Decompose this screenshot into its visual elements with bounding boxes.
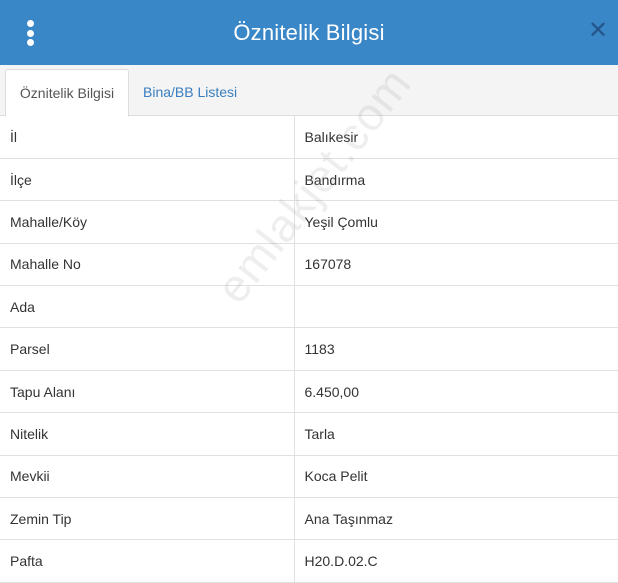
tab-bar: Öznitelik Bilgisi Bina/BB Listesi	[0, 65, 618, 117]
attribute-value: 6.450,00	[293, 370, 618, 414]
table-row: Mahalle No 167078	[0, 243, 618, 287]
attribute-key: Tapu Alanı	[0, 370, 294, 414]
attribute-key: İl	[0, 116, 294, 159]
table-row: Parsel 1183	[0, 327, 618, 371]
table-row: Mevkii Koca Pelit	[0, 455, 618, 499]
table-row: Pafta H20.D.02.C	[0, 539, 618, 583]
attribute-key: Parsel	[0, 327, 294, 371]
attribute-key: Mevkii	[0, 455, 294, 499]
attribute-key: Pafta	[0, 539, 294, 583]
attribute-value: Tarla	[293, 412, 618, 456]
attribute-key: Mahalle No	[0, 243, 294, 287]
attribute-value: 1183	[293, 327, 618, 371]
table-row: İlçe Bandırma	[0, 158, 618, 202]
table-row: Mahalle/Köy Yeşil Çomlu	[0, 200, 618, 244]
table-row: Nitelik Tarla	[0, 412, 618, 456]
tab-bina-bb-listesi[interactable]: Bina/BB Listesi	[133, 69, 247, 117]
attribute-value: 167078	[293, 243, 618, 287]
tab-oznitelik-bilgisi[interactable]: Öznitelik Bilgisi	[5, 69, 129, 117]
attribute-value: Ana Taşınmaz	[293, 497, 618, 541]
attribute-value: Yeşil Çomlu	[293, 200, 618, 244]
attribute-table: İl Balıkesir İlçe Bandırma Mahalle/Köy Y…	[0, 116, 618, 583]
table-row: Zemin Tip Ana Taşınmaz	[0, 497, 618, 541]
close-icon[interactable]: ✕	[588, 19, 608, 43]
table-row: Ada	[0, 285, 618, 329]
attribute-value: Bandırma	[293, 158, 618, 202]
attribute-key: Zemin Tip	[0, 497, 294, 541]
modal-title: Öznitelik Bilgisi	[233, 19, 385, 45]
attribute-key: Nitelik	[0, 412, 294, 456]
attribute-value	[293, 285, 618, 329]
table-row: İl Balıkesir	[0, 116, 618, 159]
modal-header: Öznitelik Bilgisi ✕	[0, 0, 618, 65]
attribute-key: Mahalle/Köy	[0, 200, 294, 244]
attribute-value: Balıkesir	[293, 116, 618, 159]
vertical-dots-icon[interactable]	[22, 20, 38, 46]
attribute-value: H20.D.02.C	[293, 539, 618, 583]
attribute-key: İlçe	[0, 158, 294, 202]
table-row: Tapu Alanı 6.450,00	[0, 370, 618, 414]
attribute-key: Ada	[0, 285, 294, 329]
attribute-value: Koca Pelit	[293, 455, 618, 499]
